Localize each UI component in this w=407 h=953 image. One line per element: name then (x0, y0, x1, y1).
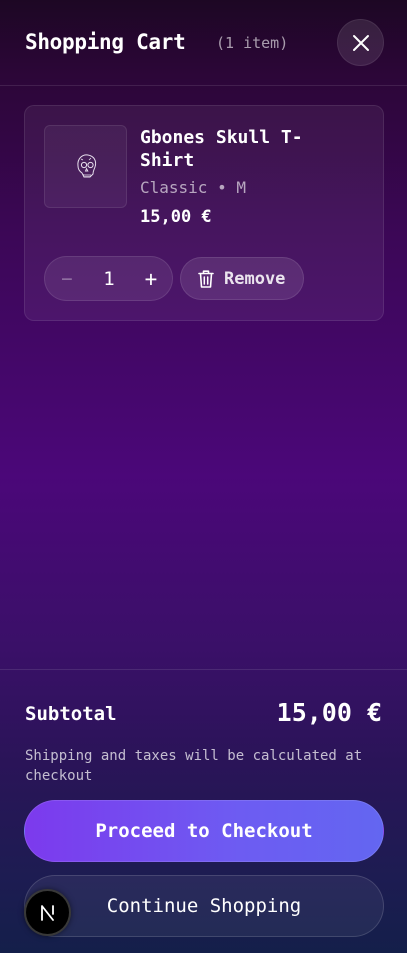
product-name[interactable]: Gbones Skull T-Shirt (140, 126, 340, 172)
subtotal-label: Subtotal (25, 703, 117, 725)
product-price: 15,00 € (140, 207, 212, 227)
increase-quantity-button[interactable]: + (129, 257, 173, 300)
cart-item: Gbones Skull T-Shirt Classic • M 15,00 €… (24, 105, 384, 321)
close-icon (352, 34, 369, 51)
close-button[interactable] (337, 19, 384, 66)
quantity-stepper: − 1 + (44, 256, 173, 301)
checkout-button[interactable]: Proceed to Checkout (24, 800, 384, 862)
skull-icon (76, 153, 96, 177)
nextjs-icon (40, 904, 54, 921)
continue-shopping-button[interactable]: Continue Shopping (24, 875, 384, 937)
cart-header: Shopping Cart (1 item) (0, 0, 407, 86)
subtotal-value: 15,00 € (276, 698, 382, 727)
product-variant: Classic • M (140, 178, 246, 197)
page-title: Shopping Cart (25, 30, 186, 54)
nextjs-dev-badge[interactable] (24, 889, 71, 936)
decrease-quantity-button[interactable]: − (45, 257, 89, 300)
product-thumbnail[interactable] (44, 125, 127, 208)
quantity-value: 1 (103, 267, 115, 290)
item-count: (1 item) (216, 34, 289, 52)
remove-label: Remove (224, 269, 286, 289)
shipping-note: Shipping and taxes will be calculated at… (25, 748, 363, 784)
trash-icon (198, 270, 214, 288)
remove-button[interactable]: Remove (180, 257, 304, 300)
